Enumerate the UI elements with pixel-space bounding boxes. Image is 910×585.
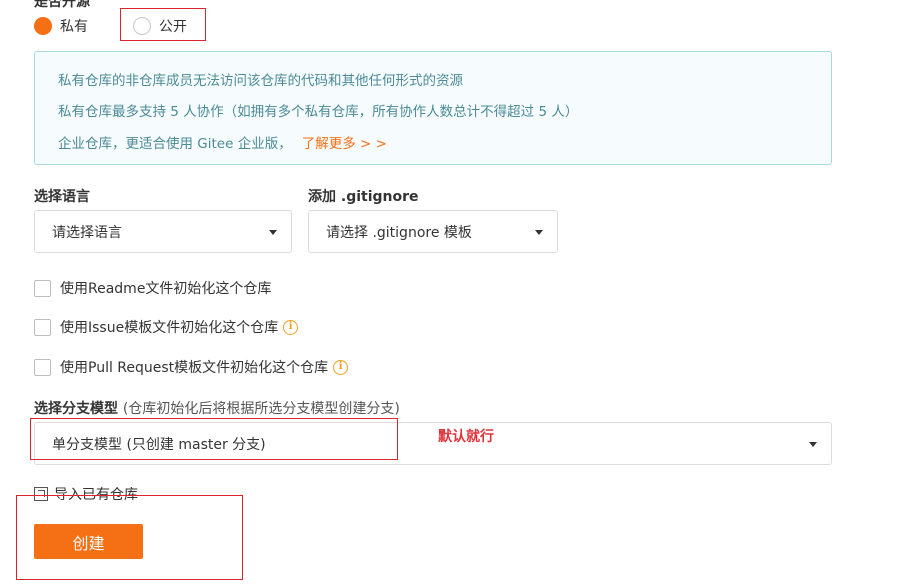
info-icon[interactable]: i bbox=[283, 319, 299, 335]
language-select-value: 请选择语言 bbox=[52, 224, 122, 241]
visibility-heading: 是否开源 bbox=[34, 0, 90, 10]
init-readme-option[interactable]: 使用Readme文件初始化这个仓库 bbox=[34, 278, 271, 298]
language-label: 选择语言 bbox=[34, 189, 90, 205]
chevron-down-icon bbox=[269, 229, 277, 235]
readme-checkbox-label: 使用Readme文件初始化这个仓库 bbox=[60, 281, 272, 297]
private-info-box: 私有仓库的非仓库成员无法访问该仓库的代码和其他任何形式的资源 私有仓库最多支持 … bbox=[34, 51, 832, 165]
branch-model-hint: (仓库初始化后将根据所选分支模型创建分支) bbox=[122, 401, 400, 417]
branch-model-label-text: 选择分支模型 bbox=[34, 401, 118, 417]
language-select[interactable]: 请选择语言 bbox=[34, 210, 292, 253]
pr-template-checkbox[interactable] bbox=[34, 358, 51, 376]
pr-template-checkbox-label: 使用Pull Request模板文件初始化这个仓库 bbox=[60, 360, 329, 376]
info-line-1: 私有仓库的非仓库成员无法访问该仓库的代码和其他任何形式的资源 bbox=[58, 73, 463, 89]
info-icon[interactable]: i bbox=[333, 359, 349, 375]
info-line-3: 企业仓库，更适合使用 Gitee 企业版， 了解更多 > > bbox=[58, 132, 387, 152]
gitignore-select[interactable]: 请选择 .gitignore 模板 bbox=[308, 210, 558, 253]
annotation-box-branch bbox=[30, 418, 398, 460]
branch-model-label: 选择分支模型 (仓库初始化后将根据所选分支模型创建分支) bbox=[34, 398, 400, 418]
readme-checkbox[interactable] bbox=[34, 279, 51, 297]
radio-private[interactable]: 私有 bbox=[34, 14, 88, 38]
issue-template-checkbox[interactable] bbox=[34, 318, 51, 336]
gitignore-select-value: 请选择 .gitignore 模板 bbox=[326, 224, 472, 241]
issue-template-checkbox-label: 使用Issue模板文件初始化这个仓库 bbox=[60, 320, 279, 336]
info-line-3-text: 企业仓库，更适合使用 Gitee 企业版， bbox=[58, 136, 292, 152]
init-issue-template-option[interactable]: 使用Issue模板文件初始化这个仓库 i bbox=[34, 317, 299, 337]
chevron-down-icon bbox=[809, 441, 817, 447]
chevron-down-icon bbox=[535, 229, 543, 235]
radio-private-label: 私有 bbox=[60, 19, 88, 35]
gitignore-label: 添加 .gitignore bbox=[308, 189, 419, 205]
radio-private-indicator[interactable] bbox=[34, 17, 52, 35]
info-line-2: 私有仓库最多支持 5 人协作（如拥有多个私有仓库，所有协作人数总计不得超过 5 … bbox=[58, 104, 579, 120]
init-pr-template-option[interactable]: 使用Pull Request模板文件初始化这个仓库 i bbox=[34, 357, 349, 377]
annotation-box-public bbox=[120, 8, 206, 41]
annotation-box-create bbox=[16, 495, 243, 580]
learn-more-link[interactable]: 了解更多 > > bbox=[302, 136, 387, 152]
annotation-text: 默认就行 bbox=[438, 429, 494, 445]
